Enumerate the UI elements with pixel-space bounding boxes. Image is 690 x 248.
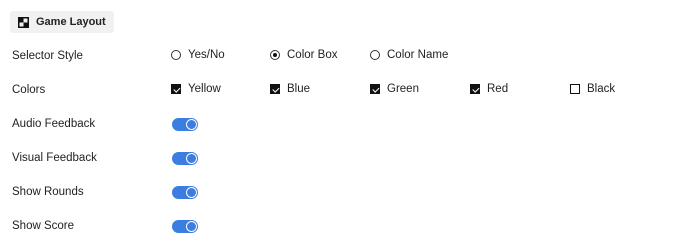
option-label: Black: [587, 83, 616, 95]
option-label: Green: [387, 83, 419, 95]
selector-style-option-yes-no[interactable]: Yes/No: [171, 49, 225, 61]
option-label: Color Name: [387, 49, 449, 61]
toggle-knob: [186, 119, 197, 130]
show-rounds-label: Show Rounds: [12, 186, 84, 198]
selector-style-option-color-name[interactable]: Color Name: [370, 49, 448, 61]
color-option-green[interactable]: Green: [370, 83, 419, 95]
radio-selected-icon: [270, 50, 280, 60]
option-label: Blue: [287, 83, 311, 95]
radio-icon: [370, 50, 380, 60]
visual-feedback-toggle[interactable]: [172, 152, 198, 165]
checkbox-checked-icon: [270, 84, 280, 94]
option-label: Yellow: [188, 83, 221, 95]
checkbox-checked-icon: [370, 84, 380, 94]
checkbox-checked-icon: [171, 84, 181, 94]
colors-label: Colors: [12, 84, 46, 96]
layout-icon: [18, 16, 29, 28]
color-option-red[interactable]: Red: [470, 83, 508, 95]
audio-feedback-toggle[interactable]: [172, 118, 198, 131]
show-rounds-toggle[interactable]: [172, 186, 198, 199]
radio-icon: [171, 50, 181, 60]
option-label: Yes/No: [188, 49, 225, 61]
visual-feedback-label: Visual Feedback: [12, 152, 97, 164]
checkbox-icon: [570, 84, 580, 94]
show-score-toggle[interactable]: [172, 220, 198, 233]
color-option-black[interactable]: Black: [570, 83, 615, 95]
tab-game-layout[interactable]: Game Layout: [10, 11, 114, 33]
toggle-knob: [186, 187, 197, 198]
option-label: Red: [487, 83, 509, 95]
selector-style-option-color-box[interactable]: Color Box: [270, 49, 338, 61]
toggle-knob: [186, 153, 197, 164]
show-score-label: Show Score: [12, 220, 75, 232]
toggle-knob: [186, 221, 197, 232]
color-option-blue[interactable]: Blue: [270, 83, 310, 95]
selector-style-label: Selector Style: [12, 50, 83, 62]
option-label: Color Box: [287, 49, 338, 61]
checkbox-checked-icon: [470, 84, 480, 94]
audio-feedback-label: Audio Feedback: [12, 118, 96, 130]
color-option-yellow[interactable]: Yellow: [171, 83, 221, 95]
tab-label: Game Layout: [36, 16, 106, 28]
